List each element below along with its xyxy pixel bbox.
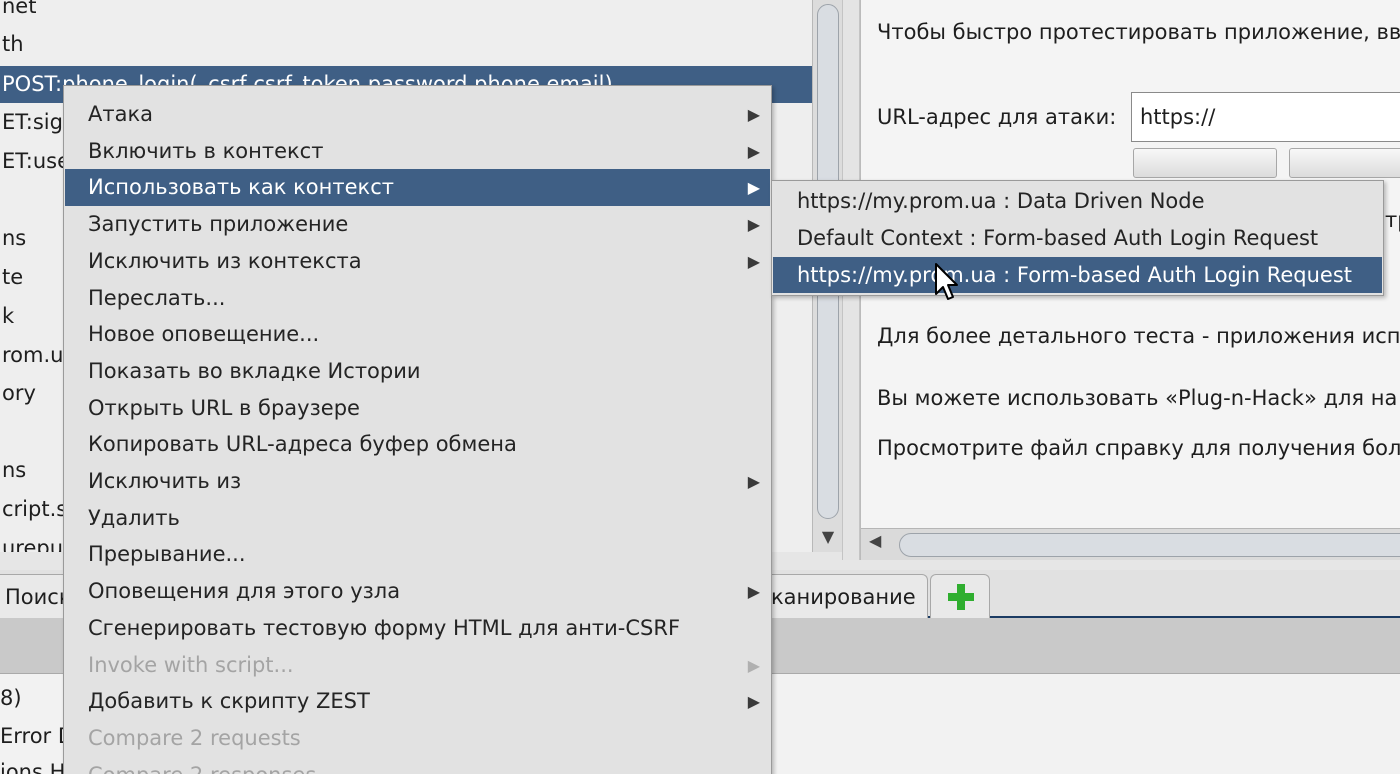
menu-item-label: Исключить из <box>88 469 242 493</box>
menu-item[interactable]: Переслать... <box>65 280 770 317</box>
menu-item-label: Invoke with script... <box>88 652 294 677</box>
menu-item-label: Запустить приложение <box>88 212 349 237</box>
url-label: URL-адрес для атаки: <box>877 105 1117 129</box>
menu-item[interactable]: Копировать URL-адреса буфер обмена <box>65 426 770 463</box>
scroll-left-arrow-icon[interactable]: ◀ <box>869 531 881 550</box>
scroll-down-arrow-icon[interactable]: ▼ <box>813 522 843 552</box>
stop-button[interactable] <box>1289 148 1400 178</box>
output-row: ions H <box>0 760 66 774</box>
submenu-item[interactable]: https://my.prom.ua : Form-based Auth Log… <box>773 257 1382 293</box>
context-menu: Атака ▶ Включить в контекст ▶ Использовать к… <box>63 85 772 774</box>
submenu-arrow-icon: ▶ <box>747 251 760 271</box>
menu-item-label: Исключить из контекста <box>88 248 362 273</box>
submenu-arrow-icon: ▶ <box>747 582 760 602</box>
tab-label: канирование <box>771 585 916 609</box>
menu-item[interactable]: Открыть URL в браузере <box>65 390 770 427</box>
tab-active-scan[interactable]: канирование <box>760 574 928 618</box>
menu-item[interactable]: Включить в контекст ▶ <box>65 133 770 170</box>
tree-node[interactable]: ns <box>0 220 26 257</box>
tree-node[interactable] <box>0 181 2 218</box>
submenu-item[interactable]: Default Context : Form-based Auth Login … <box>773 220 1382 256</box>
menu-item-label: Compare 2 requests <box>88 725 301 750</box>
menu-item: Compare 2 requests <box>65 720 770 757</box>
tree-node[interactable]: th <box>0 26 24 63</box>
menu-item[interactable]: Исключить из контекста ▶ <box>65 243 770 280</box>
submenu-item[interactable]: https://my.prom.ua : Data Driven Node <box>773 183 1382 219</box>
tree-node[interactable]: ory <box>0 375 36 412</box>
submenu-arrow-icon: ▶ <box>747 105 760 124</box>
menu-item-label: Сгенерировать тестовую форму HTML для ан… <box>88 615 681 640</box>
menu-item-label: Открыть URL в браузере <box>88 395 360 420</box>
submenu-arrow-icon: ▶ <box>747 655 760 675</box>
tree-node[interactable]: ET:sig <box>0 104 63 141</box>
menu-item: Invoke with script... ▶ <box>65 647 770 684</box>
add-tab-button[interactable] <box>930 574 990 618</box>
submenu-arrow-icon: ▶ <box>747 692 760 712</box>
menu-item-label: Копировать URL-адреса буфер обмена <box>88 432 517 457</box>
menu-item[interactable]: Атака ▶ <box>65 96 770 133</box>
menu-item-label: Переслать... <box>88 285 226 310</box>
submenu-arrow-icon: ▶ <box>747 178 760 198</box>
tab-label: Поиск <box>5 585 72 609</box>
menu-item-label: Показать во вкладке Истории <box>88 358 421 383</box>
tree-node[interactable]: net <box>0 0 36 25</box>
submenu-arrow-icon: ▶ <box>747 215 760 235</box>
output-row: 8) <box>0 686 22 710</box>
submenu-arrow-icon: ▶ <box>747 472 760 491</box>
menu-item-label: Включить в контекст <box>88 138 324 163</box>
detail-text: Для более детального теста - приложения … <box>877 324 1400 348</box>
tree-node[interactable]: ET:use <box>0 143 70 180</box>
menu-item[interactable]: Прерывание... <box>65 536 770 573</box>
mouse-cursor-icon <box>935 263 958 300</box>
menu-item-label: Атака <box>88 102 154 126</box>
menu-item[interactable]: Удалить <box>65 500 770 537</box>
submenu-arrow-icon: ▶ <box>747 141 760 161</box>
menu-item-label: Использовать как контекст <box>88 175 394 200</box>
scrollbar-thumb[interactable] <box>899 533 1400 557</box>
menu-item[interactable]: Новое оповещение... <box>65 316 770 353</box>
tree-node[interactable]: k <box>0 298 14 335</box>
menu-item[interactable]: Показать во вкладке Истории <box>65 353 770 390</box>
menu-item[interactable]: Сгенерировать тестовую форму HTML для ан… <box>65 610 770 647</box>
help-text: Просмотрите файл справку для получения б… <box>877 436 1400 460</box>
menu-item-label: Compare 2 responses <box>88 763 316 774</box>
menu-item-label: Оповещения для этого узла <box>88 579 401 604</box>
url-to-attack-input[interactable]: https:// <box>1131 92 1400 142</box>
menu-item[interactable]: Запустить приложение ▶ <box>65 206 770 243</box>
panel-horizontal-scrollbar[interactable]: ◀ <box>861 528 1400 560</box>
tree-node[interactable]: cript.s <box>0 491 67 528</box>
menu-item: Compare 2 responses <box>65 757 770 774</box>
context-submenu: https://my.prom.ua : Data Driven Node Def… <box>771 180 1384 296</box>
partial-text: тр <box>1385 208 1400 232</box>
menu-item[interactable]: Использовать как контекст ▶ <box>65 169 770 207</box>
menu-item-label: Новое оповещение... <box>88 322 320 347</box>
intro-text: Чтобы быстро протестировать приложение, … <box>877 20 1400 44</box>
menu-item-label: Добавить к скрипту ZEST <box>88 689 370 714</box>
menu-item-label: Прерывание... <box>88 542 246 567</box>
menu-item[interactable]: Исключить из ▶ <box>65 463 770 500</box>
plugnhack-text: Вы можете использовать «Plug-n-Hack» для… <box>877 386 1398 410</box>
menu-item-label: Удалить <box>88 505 180 530</box>
tree-node[interactable]: te <box>0 259 23 296</box>
attack-button[interactable] <box>1133 148 1277 178</box>
tree-node[interactable] <box>0 413 2 450</box>
tree-node[interactable]: ns <box>0 452 26 489</box>
menu-item[interactable]: Добавить к скрипту ZEST ▶ <box>65 683 770 720</box>
menu-item[interactable]: Оповещения для этого узла ▶ <box>65 573 770 610</box>
